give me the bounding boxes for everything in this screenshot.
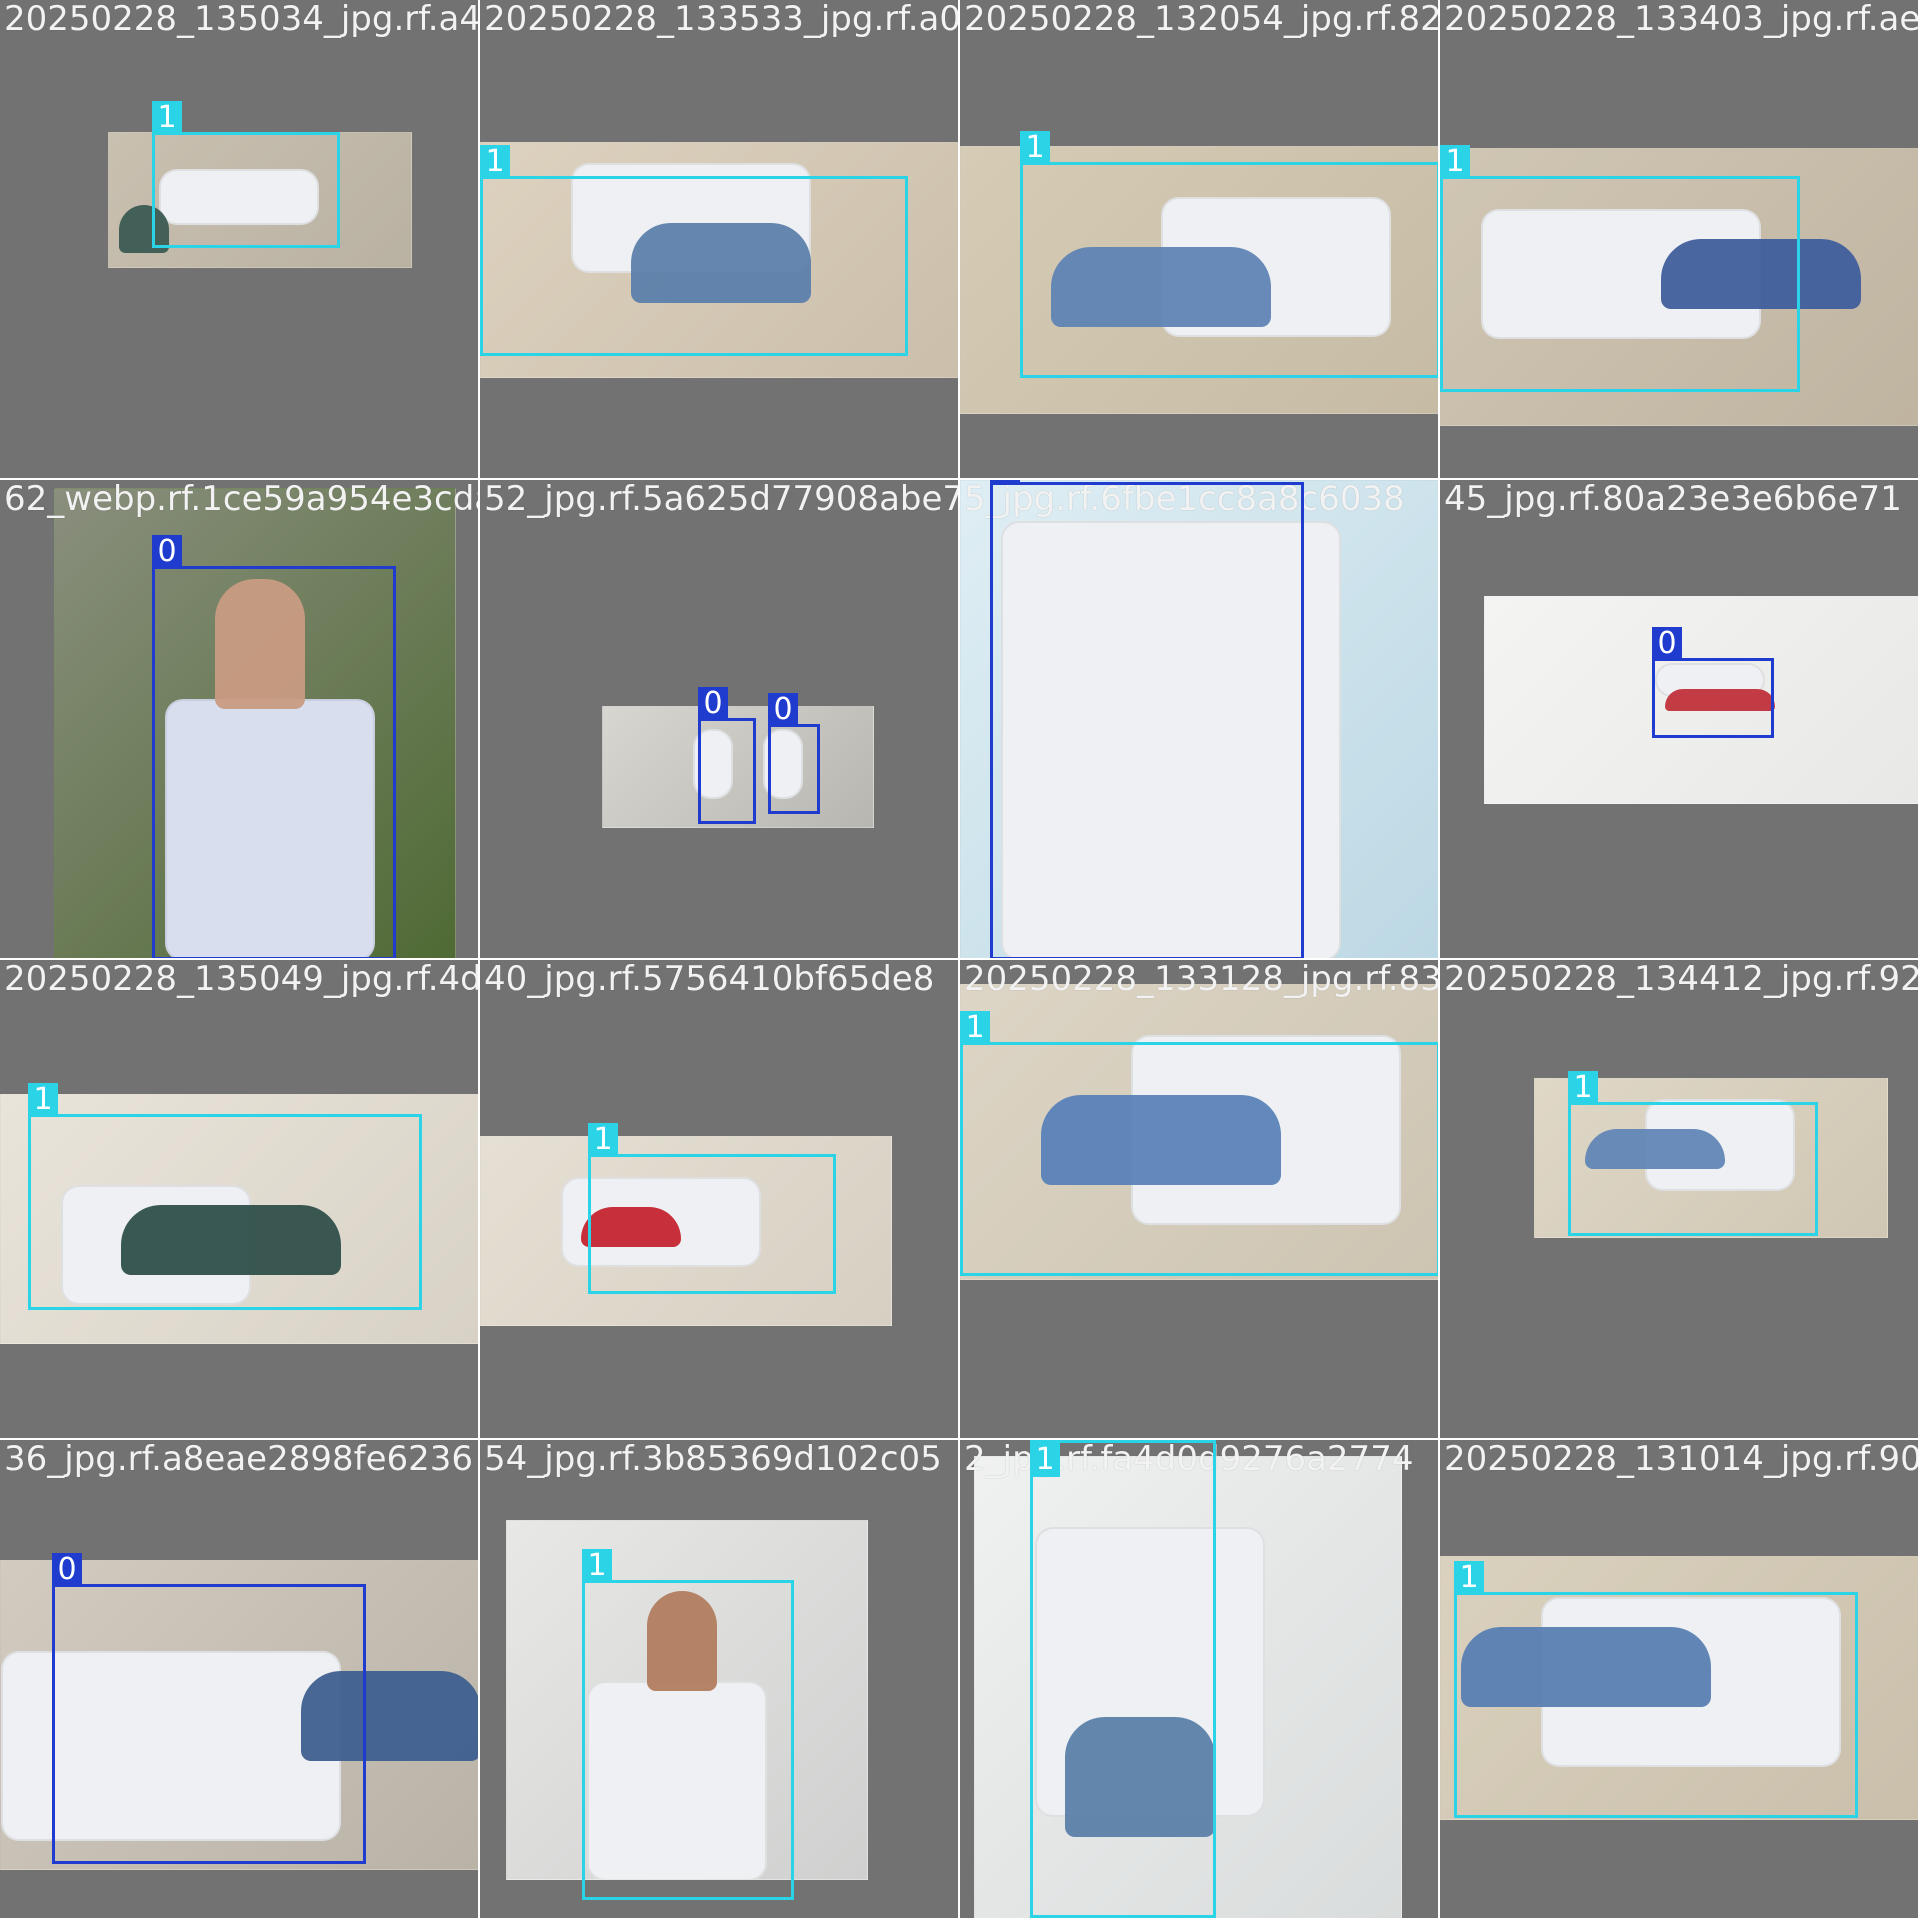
box-class-label: 1: [152, 101, 182, 135]
detection-mosaic: 20250228_135034_jpg.rf.a4 1 20250228_133…: [0, 0, 1920, 1920]
bounding-box: 0: [1652, 627, 1774, 738]
tile-filename: 40_jpg.rf.5756410bf65de8: [484, 960, 935, 999]
tile-filename: 20250228_131014_jpg.rf.90: [1444, 1440, 1920, 1479]
tile-filename: 20250228_134412_jpg.rf.92: [1444, 960, 1920, 999]
bounding-box: 1: [1440, 145, 1800, 392]
bounding-box: 1: [1020, 131, 1438, 378]
mosaic-tile: 20250228_133128_jpg.rf.83 1: [960, 960, 1440, 1440]
bounding-box: 1: [1454, 1561, 1858, 1818]
bounding-box: 1: [588, 1123, 836, 1294]
bounding-box: 1: [480, 145, 908, 356]
box-class-label: 1: [28, 1083, 58, 1117]
box-class-label: 0: [990, 480, 1020, 485]
box-class-label: 1: [1440, 145, 1470, 179]
box-class-label: 1: [582, 1549, 612, 1583]
box-class-label: 0: [768, 693, 798, 727]
bounding-box: 0: [698, 687, 756, 824]
box-class-label: 0: [52, 1553, 82, 1587]
mosaic-tile: 52_jpg.rf.5a625d77908abe74 0 0: [480, 480, 960, 960]
mosaic-tile: 20250228_134412_jpg.rf.92 1: [1440, 960, 1920, 1440]
box-class-label: 0: [1652, 627, 1682, 661]
tile-filename: 20250228_135049_jpg.rf.4d: [4, 960, 480, 999]
mosaic-tile: 20250228_133533_jpg.rf.a0 1: [480, 0, 960, 480]
bounding-box: 0: [152, 535, 396, 958]
tile-filename: 20250228_133403_jpg.rf.ae: [1444, 0, 1920, 39]
bounding-box: 1: [28, 1083, 422, 1310]
box-class-label: 1: [1020, 131, 1050, 165]
box-class-label: 1: [1454, 1561, 1484, 1595]
tile-filename: 36_jpg.rf.a8eae2898fe6236: [4, 1440, 474, 1479]
tile-filename: 20250228_133533_jpg.rf.a0: [484, 0, 960, 39]
tile-filename: 20250228_132054_jpg.rf.82: [964, 0, 1440, 39]
box-class-label: 1: [588, 1123, 618, 1157]
mosaic-tile: 20250228_132054_jpg.rf.82 1: [960, 0, 1440, 480]
mosaic-tile: 20250228_135049_jpg.rf.4d 1: [0, 960, 480, 1440]
box-class-label: 1: [960, 1011, 990, 1045]
mosaic-tile: 36_jpg.rf.a8eae2898fe6236 0: [0, 1440, 480, 1920]
box-class-label: 0: [152, 535, 182, 569]
tile-filename: 62_webp.rf.1ce59a954e3cda: [4, 480, 480, 519]
mosaic-tile: 5_jpg.rf.6fbe1cc8a8c6038 0: [960, 480, 1440, 960]
bounding-box: 1: [1030, 1440, 1216, 1918]
mosaic-tile: 54_jpg.rf.3b85369d102c05 1: [480, 1440, 960, 1920]
bounding-box: 1: [960, 1011, 1438, 1276]
mosaic-tile: 20250228_133403_jpg.rf.ae 1: [1440, 0, 1920, 480]
mosaic-tile: 45_jpg.rf.80a23e3e6b6e71 0: [1440, 480, 1920, 960]
box-class-label: 1: [1568, 1071, 1598, 1105]
bounding-box: 1: [152, 101, 340, 248]
mosaic-tile: 40_jpg.rf.5756410bf65de8 1: [480, 960, 960, 1440]
tile-filename: 45_jpg.rf.80a23e3e6b6e71: [1444, 480, 1902, 519]
bounding-box: 0: [990, 480, 1304, 958]
bounding-box: 0: [768, 693, 820, 814]
tile-filename: 54_jpg.rf.3b85369d102c05: [484, 1440, 942, 1479]
mosaic-tile: 20250228_135034_jpg.rf.a4 1: [0, 0, 480, 480]
bounding-box: 1: [582, 1549, 794, 1900]
tile-filename: 52_jpg.rf.5a625d77908abe74: [484, 480, 960, 519]
mosaic-tile: 20250228_131014_jpg.rf.90 1: [1440, 1440, 1920, 1920]
box-class-label: 1: [480, 145, 510, 179]
bounding-box: 0: [52, 1553, 366, 1864]
box-class-label: 0: [698, 687, 728, 721]
box-class-label: 1: [1030, 1443, 1060, 1477]
tile-filename: 20250228_135034_jpg.rf.a4: [4, 0, 480, 39]
tile-filename: 20250228_133128_jpg.rf.83: [964, 960, 1440, 999]
bounding-box: 1: [1568, 1071, 1818, 1236]
mosaic-tile: 62_webp.rf.1ce59a954e3cda 0: [0, 480, 480, 960]
mosaic-tile: 2_jpg.rf.fa4d0d9276a2774 1: [960, 1440, 1440, 1920]
